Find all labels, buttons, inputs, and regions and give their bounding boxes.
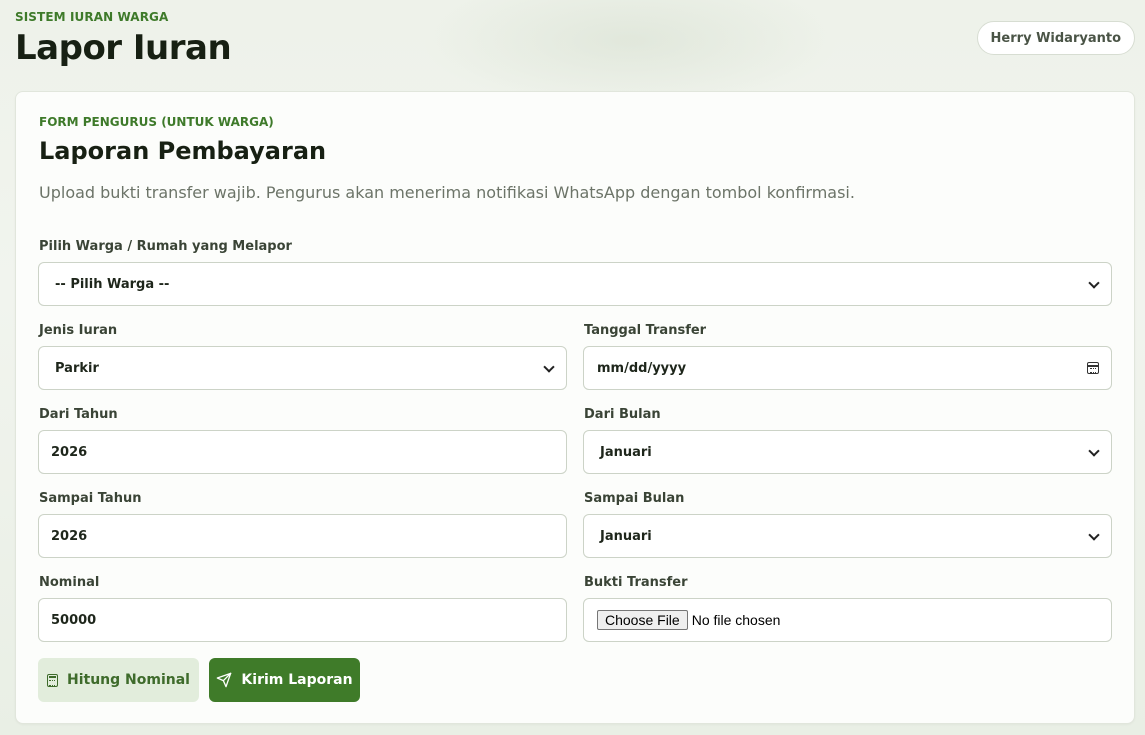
nominal-value: 50000 [51,612,97,628]
form-description: Upload bukti transfer wajib. Pengurus ak… [39,183,855,202]
kirim-laporan-label: Kirim Laporan [241,672,353,688]
dari-bulan-select[interactable]: Januari [583,430,1112,474]
choose-file-button[interactable]: Choose File [597,610,688,630]
app-eyebrow: SISTEM IURAN WARGA [15,10,169,24]
kirim-laporan-button[interactable]: Kirim Laporan [209,658,360,702]
sampai-tahun-input[interactable]: 2026 [38,514,567,558]
bukti-transfer-label: Bukti Transfer [584,575,688,590]
nominal-label: Nominal [39,575,100,590]
sampai-tahun-value: 2026 [51,528,88,544]
page-title: Lapor Iuran [15,28,232,68]
tanggal-transfer-label: Tanggal Transfer [584,323,707,338]
user-chip[interactable]: Herry Widaryanto [976,21,1135,55]
jenis-iuran-value: Parkir [55,360,99,376]
chevron-down-icon [544,363,554,373]
chevron-down-icon [1089,279,1099,289]
jenis-iuran-select[interactable]: Parkir [38,346,567,390]
dari-tahun-label: Dari Tahun [39,407,118,422]
chevron-down-icon [1089,531,1099,541]
dari-tahun-input[interactable]: 2026 [38,430,567,474]
sampai-bulan-select[interactable]: Januari [583,514,1112,558]
form-eyebrow: FORM PENGURUS (UNTUK WARGA) [39,115,274,129]
hitung-nominal-button[interactable]: Hitung Nominal [38,658,199,702]
dari-bulan-label: Dari Bulan [584,407,661,422]
warga-select-value: -- Pilih Warga -- [55,276,170,292]
warga-label: Pilih Warga / Rumah yang Melapor [39,239,292,254]
report-form-card: FORM PENGURUS (UNTUK WARGA) Laporan Pemb… [15,91,1135,724]
bukti-transfer-file-input[interactable]: Choose File No file chosen [583,598,1112,642]
sampai-tahun-label: Sampai Tahun [39,491,142,506]
file-status-text: No file chosen [691,612,781,628]
warga-select[interactable]: -- Pilih Warga -- [38,262,1112,306]
hitung-nominal-label: Hitung Nominal [67,672,190,688]
dari-bulan-value: Januari [600,444,652,460]
page-header: SISTEM IURAN WARGA Lapor Iuran Herry Wid… [15,10,1135,80]
send-icon [216,672,232,688]
calendar-icon[interactable] [1087,362,1099,374]
tanggal-transfer-input[interactable]: mm/dd/yyyy [583,346,1112,390]
calculator-icon [47,673,58,687]
dari-tahun-value: 2026 [51,444,88,460]
chevron-down-icon [1089,447,1099,457]
nominal-input[interactable]: 50000 [38,598,567,642]
form-title: Laporan Pembayaran [39,137,327,165]
sampai-bulan-label: Sampai Bulan [584,491,685,506]
tanggal-transfer-placeholder: mm/dd/yyyy [597,360,687,376]
sampai-bulan-value: Januari [600,528,652,544]
jenis-iuran-label: Jenis Iuran [39,323,118,338]
